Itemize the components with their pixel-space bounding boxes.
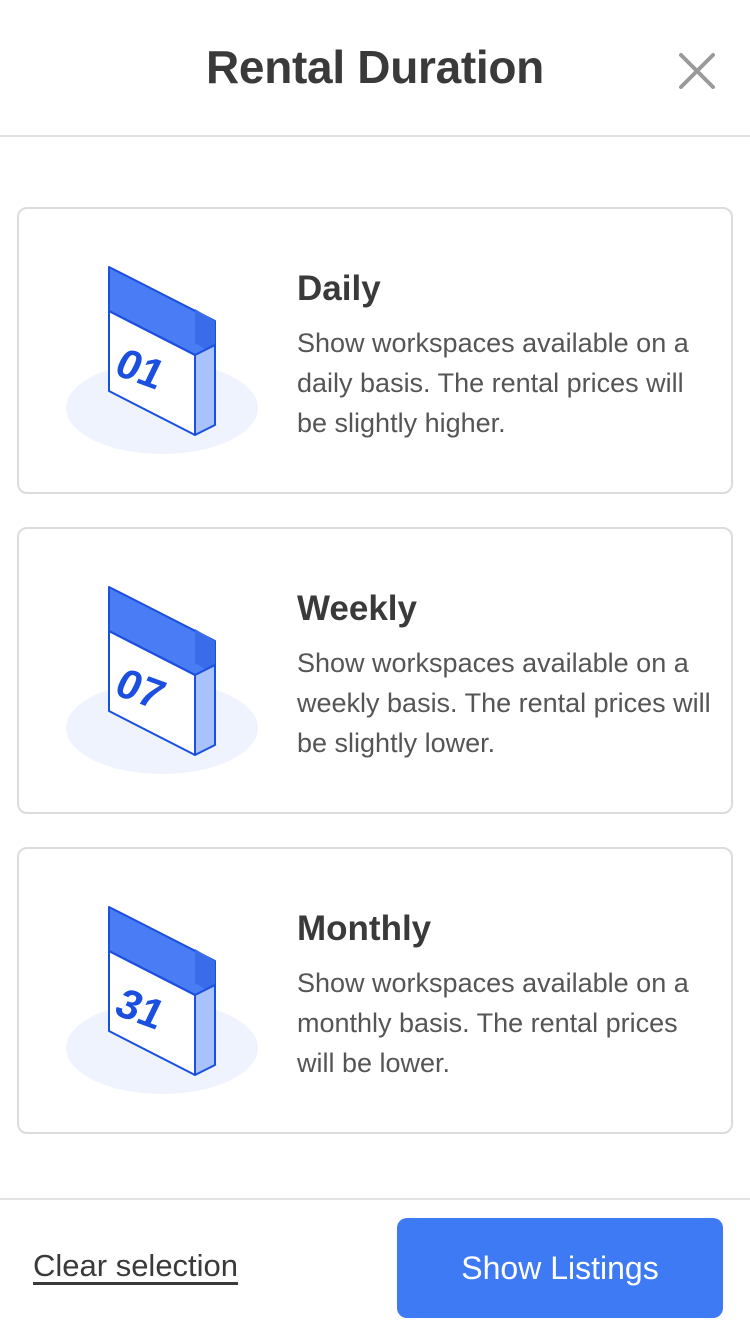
close-icon xyxy=(679,53,715,89)
calendar-icon: 31 xyxy=(66,906,258,1094)
calendar-icon: 07 xyxy=(66,586,258,774)
option-title: Weekly xyxy=(297,589,417,628)
page-title: Rental Duration xyxy=(206,41,544,93)
clear-selection-link[interactable]: Clear selection xyxy=(33,1248,238,1284)
option-title: Monthly xyxy=(297,909,432,948)
option-daily[interactable]: 01 Daily Show workspaces available on a … xyxy=(17,207,733,494)
calendar-icon: 01 xyxy=(66,266,258,454)
close-button[interactable] xyxy=(672,46,722,96)
option-monthly[interactable]: 31 Monthly Show workspaces available on … xyxy=(17,847,733,1134)
option-description: Show workspaces available on a weekly ba… xyxy=(297,648,711,758)
option-description: Show workspaces available on a monthly b… xyxy=(297,968,689,1078)
option-title: Daily xyxy=(297,269,381,308)
modal-header: Rental Duration xyxy=(0,0,750,137)
option-description: Show workspaces available on a daily bas… xyxy=(297,328,689,438)
show-listings-button[interactable]: Show Listings xyxy=(397,1218,723,1318)
modal-footer: Clear selection Show Listings xyxy=(0,1198,750,1334)
option-weekly[interactable]: 07 Weekly Show workspaces available on a… xyxy=(17,527,733,814)
